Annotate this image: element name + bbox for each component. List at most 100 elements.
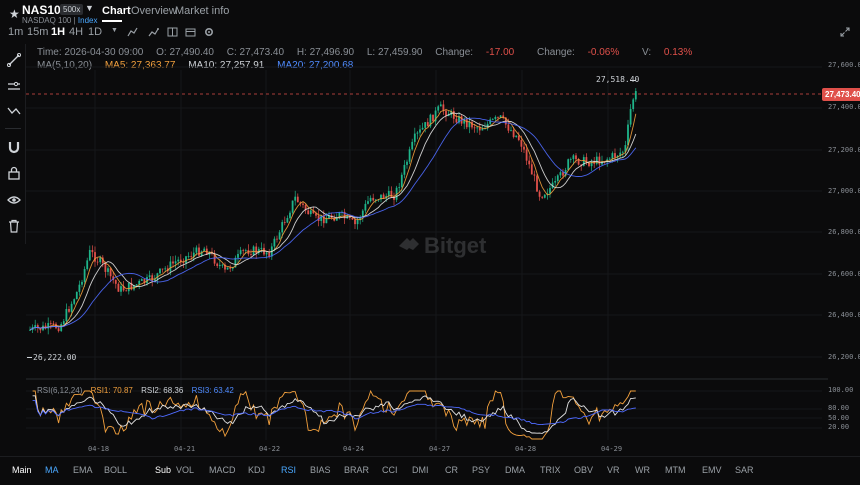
indicator-ma[interactable]: MA [45, 465, 59, 475]
candle-body [294, 196, 297, 201]
candle-body [49, 323, 52, 324]
candle-body [473, 127, 476, 129]
date-label: 04-18 [88, 445, 110, 453]
indicator-emv[interactable]: EMV [702, 465, 722, 475]
price-axis-label: 26,600.00 [828, 270, 860, 278]
low-marker-line [27, 357, 32, 358]
candle-body [559, 172, 562, 176]
candle-body [127, 282, 130, 292]
candle-body [62, 321, 65, 325]
candle-body [242, 250, 245, 251]
candle-body [629, 109, 632, 125]
indicator-mtm[interactable]: MTM [665, 465, 686, 475]
candle-body [536, 175, 538, 192]
candle-body [528, 160, 531, 165]
rsi-info: RSI(6,12,24) RSI1: 70.87 RSI2: 68.36 RSI… [37, 386, 234, 395]
price-chart[interactable]: Bitget [0, 0, 860, 485]
indicator-cci[interactable]: CCI [382, 465, 398, 475]
candle-body [88, 250, 91, 261]
candle-body [549, 188, 551, 194]
watermark: Bitget [399, 233, 487, 258]
candle-body [68, 308, 70, 312]
candle-body [408, 149, 411, 162]
indicator-trix[interactable]: TRIX [540, 465, 561, 475]
candle-body [73, 299, 76, 304]
candle-body [437, 106, 440, 111]
candle-body [185, 256, 187, 263]
candle-body [595, 156, 598, 164]
candle-body [614, 153, 616, 158]
candle-body [390, 190, 393, 198]
candle-body [455, 118, 458, 123]
high-marker-line [630, 80, 636, 81]
candle-body [52, 323, 55, 325]
indicator-dma[interactable]: DMA [505, 465, 525, 475]
candle-body [439, 104, 442, 107]
candle-body [159, 268, 161, 274]
watermark-text: Bitget [424, 233, 487, 258]
current-price-label: 27,473.40 [822, 88, 860, 101]
candle-body [413, 133, 416, 142]
candle-body [83, 269, 86, 282]
candle-body [86, 260, 89, 270]
date-label: 04-22 [259, 445, 281, 453]
low-price-marker: 26,222.00 [33, 353, 77, 362]
candle-body [364, 203, 367, 211]
candle-body [421, 127, 424, 130]
indicator-psy[interactable]: PSY [472, 465, 490, 475]
candle-body [523, 146, 525, 150]
candle-body [398, 187, 401, 188]
candle-body [218, 264, 221, 266]
ma10-line [29, 112, 637, 331]
candle-body [411, 141, 414, 150]
candle-body [351, 217, 354, 220]
candle-body [148, 275, 151, 278]
candle-body [226, 267, 229, 270]
indicator-sar[interactable]: SAR [735, 465, 754, 475]
candle-body [554, 181, 557, 183]
rsi3-value: RSI3: 63.42 [191, 386, 234, 395]
indicator-macd[interactable]: MACD [209, 465, 236, 475]
candle-body [510, 130, 512, 131]
candle-body [432, 114, 434, 122]
candle-body [151, 275, 154, 281]
candle-body [96, 261, 99, 263]
indicator-wr[interactable]: WR [635, 465, 650, 475]
indicator-rsi[interactable]: RSI [281, 465, 296, 475]
candle-body [138, 280, 141, 285]
candle-body [543, 194, 546, 198]
candle-body [91, 250, 94, 253]
candle-body [190, 256, 193, 258]
candle-body [140, 279, 143, 281]
candle-body [426, 122, 429, 127]
candle-body [372, 197, 375, 201]
candle-body [465, 119, 468, 128]
candle-body [195, 247, 198, 253]
indicator-vr[interactable]: VR [607, 465, 620, 475]
candle-body [608, 158, 611, 160]
candle-body [556, 175, 559, 182]
rsi-axis-label: 80.00 [828, 404, 850, 412]
candle-body [172, 261, 174, 264]
price-axis-label: 27,400.00 [828, 103, 860, 111]
candle-body [125, 290, 128, 292]
date-label: 04-27 [429, 445, 451, 453]
candle-body [621, 151, 624, 153]
candle-body [541, 196, 544, 198]
candle-body [634, 91, 637, 100]
candle-body [99, 257, 102, 263]
indicator-boll[interactable]: BOLL [104, 465, 127, 475]
candle-body [286, 218, 289, 223]
indicator-obv[interactable]: OBV [574, 465, 593, 475]
indicator-dmi[interactable]: DMI [412, 465, 429, 475]
candle-body [442, 104, 445, 111]
indicator-vol[interactable]: VOL [176, 465, 194, 475]
price-axis-label: 26,200.00 [828, 353, 860, 361]
indicator-cr[interactable]: CR [445, 465, 458, 475]
main-label: Main [12, 465, 32, 475]
indicator-kdj[interactable]: KDJ [248, 465, 265, 475]
indicator-brar[interactable]: BRAR [344, 465, 369, 475]
indicator-bias[interactable]: BIAS [310, 465, 331, 475]
indicator-ema[interactable]: EMA [73, 465, 93, 475]
candle-body [244, 249, 247, 251]
